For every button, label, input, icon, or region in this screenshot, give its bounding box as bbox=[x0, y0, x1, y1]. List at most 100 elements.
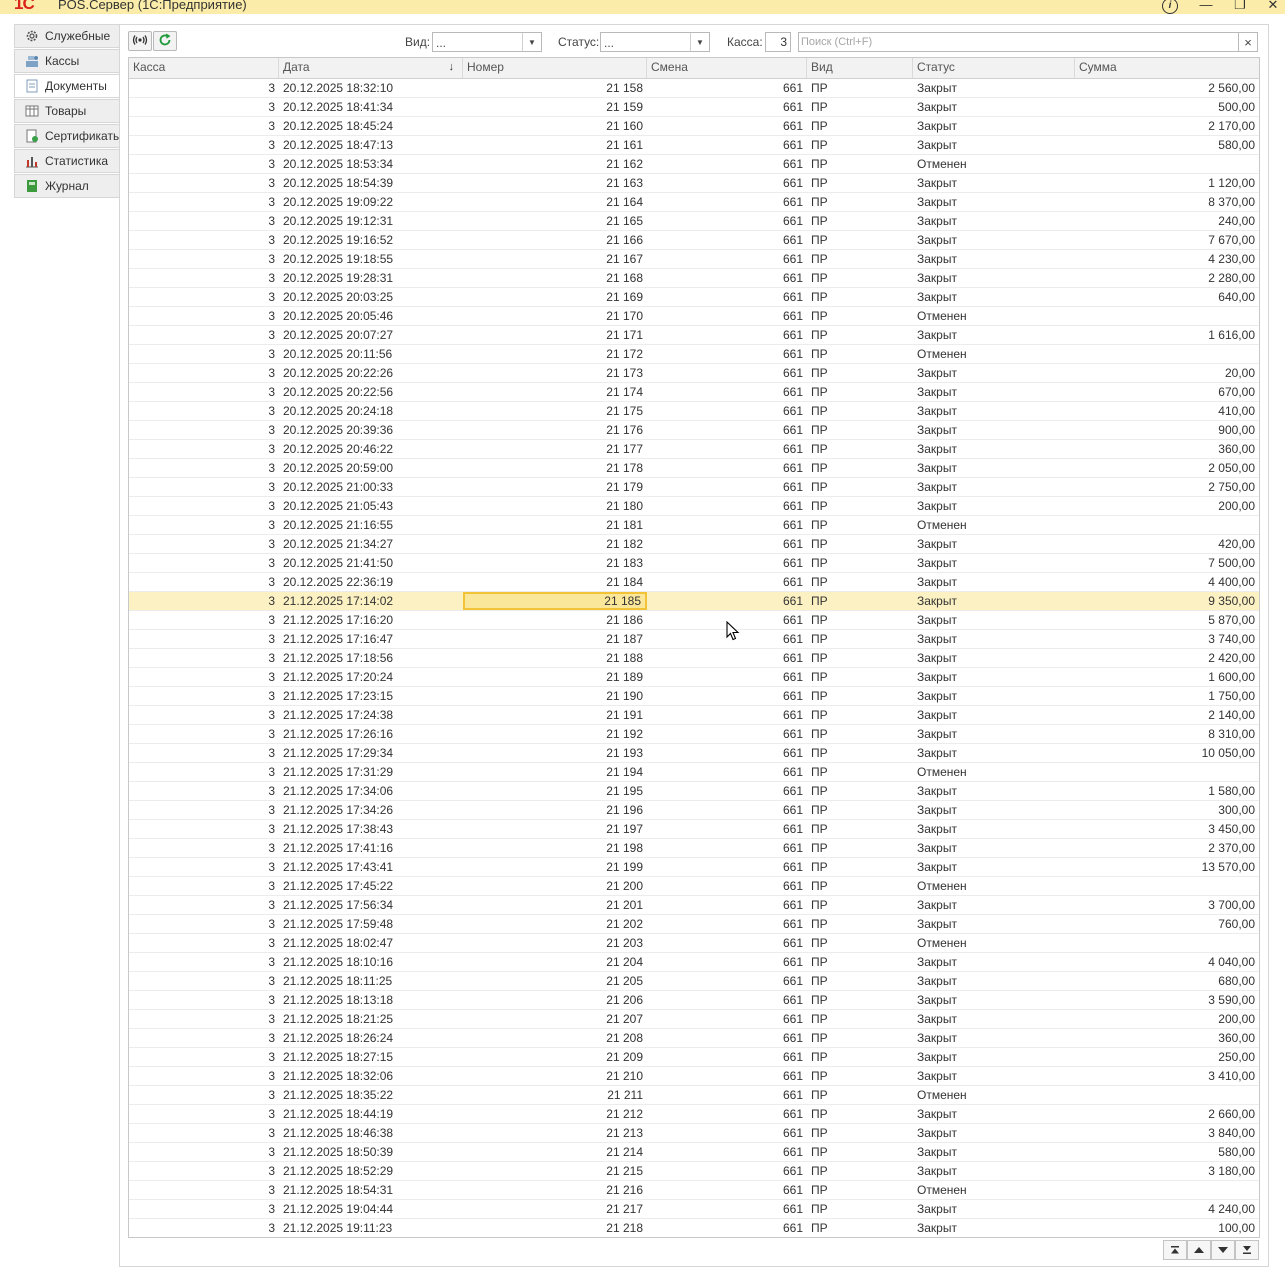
cell-number[interactable]: 21 188 bbox=[463, 649, 647, 667]
cell-date[interactable]: 20.12.2025 19:16:52 bbox=[279, 231, 463, 249]
cell-date[interactable]: 21.12.2025 18:21:25 bbox=[279, 1010, 463, 1028]
cell-date[interactable]: 21.12.2025 17:16:47 bbox=[279, 630, 463, 648]
cell-kassa[interactable]: 3 bbox=[129, 706, 279, 724]
cell-status[interactable]: Закрыт bbox=[913, 953, 1075, 971]
table-row[interactable]: 3 20.12.2025 21:34:27 21 182 661 ПР Закрыт 420… bbox=[129, 535, 1259, 554]
cell-status[interactable]: Закрыт bbox=[913, 649, 1075, 667]
cell-type[interactable]: ПР bbox=[807, 630, 913, 648]
cell-type[interactable]: ПР bbox=[807, 915, 913, 933]
cell-kassa[interactable]: 3 bbox=[129, 1067, 279, 1085]
sidebar-item-registers[interactable]: Кассы bbox=[14, 49, 120, 73]
cell-status[interactable]: Закрыт bbox=[913, 383, 1075, 401]
cell-shift[interactable]: 661 bbox=[647, 98, 807, 116]
cell-number[interactable]: 21 163 bbox=[463, 174, 647, 192]
cell-date[interactable]: 21.12.2025 17:59:48 bbox=[279, 915, 463, 933]
cell-sum[interactable]: 1 616,00 bbox=[1075, 326, 1259, 344]
cell-number[interactable]: 21 170 bbox=[463, 307, 647, 325]
cell-sum[interactable] bbox=[1075, 307, 1259, 325]
cell-sum[interactable] bbox=[1075, 155, 1259, 173]
cell-kassa[interactable]: 3 bbox=[129, 155, 279, 173]
cell-number[interactable]: 21 190 bbox=[463, 687, 647, 705]
cell-number[interactable]: 21 217 bbox=[463, 1200, 647, 1218]
sidebar-item-goods[interactable]: Товары bbox=[14, 99, 120, 123]
cell-kassa[interactable]: 3 bbox=[129, 421, 279, 439]
cell-type[interactable]: ПР bbox=[807, 212, 913, 230]
cell-status[interactable]: Закрыт bbox=[913, 554, 1075, 572]
cell-date[interactable]: 21.12.2025 17:26:16 bbox=[279, 725, 463, 743]
table-row[interactable]: 3 20.12.2025 19:09:22 21 164 661 ПР Закрыт 8 3… bbox=[129, 193, 1259, 212]
cell-shift[interactable]: 661 bbox=[647, 1219, 807, 1237]
cell-number[interactable]: 21 185 bbox=[463, 592, 647, 610]
cell-type[interactable]: ПР bbox=[807, 1010, 913, 1028]
cell-type[interactable]: ПР bbox=[807, 497, 913, 515]
cell-kassa[interactable]: 3 bbox=[129, 592, 279, 610]
cell-sum[interactable]: 680,00 bbox=[1075, 972, 1259, 990]
cell-kassa[interactable]: 3 bbox=[129, 1105, 279, 1123]
cell-number[interactable]: 21 192 bbox=[463, 725, 647, 743]
cell-kassa[interactable]: 3 bbox=[129, 630, 279, 648]
cell-shift[interactable]: 661 bbox=[647, 1010, 807, 1028]
cell-sum[interactable]: 4 230,00 bbox=[1075, 250, 1259, 268]
cell-sum[interactable]: 8 310,00 bbox=[1075, 725, 1259, 743]
table-row[interactable]: 3 21.12.2025 17:29:34 21 193 661 ПР Закрыт 10 … bbox=[129, 744, 1259, 763]
cell-number[interactable]: 21 209 bbox=[463, 1048, 647, 1066]
cell-shift[interactable]: 661 bbox=[647, 554, 807, 572]
cell-number[interactable]: 21 165 bbox=[463, 212, 647, 230]
cell-number[interactable]: 21 189 bbox=[463, 668, 647, 686]
cell-type[interactable]: ПР bbox=[807, 953, 913, 971]
cell-number[interactable]: 21 196 bbox=[463, 801, 647, 819]
cell-kassa[interactable]: 3 bbox=[129, 478, 279, 496]
cell-date[interactable]: 20.12.2025 22:36:19 bbox=[279, 573, 463, 591]
cell-shift[interactable]: 661 bbox=[647, 706, 807, 724]
cell-shift[interactable]: 661 bbox=[647, 592, 807, 610]
cell-shift[interactable]: 661 bbox=[647, 1086, 807, 1104]
cell-sum[interactable]: 1 600,00 bbox=[1075, 668, 1259, 686]
search-field[interactable] bbox=[798, 32, 1239, 52]
cell-shift[interactable]: 661 bbox=[647, 953, 807, 971]
cell-status[interactable]: Закрыт bbox=[913, 364, 1075, 382]
column-header-number[interactable]: Номер bbox=[463, 58, 647, 78]
cell-shift[interactable]: 661 bbox=[647, 1067, 807, 1085]
cell-shift[interactable]: 661 bbox=[647, 136, 807, 154]
live-update-button[interactable] bbox=[128, 31, 152, 51]
cell-shift[interactable]: 661 bbox=[647, 117, 807, 135]
cell-kassa[interactable]: 3 bbox=[129, 98, 279, 116]
cell-sum[interactable]: 670,00 bbox=[1075, 383, 1259, 401]
cell-sum[interactable] bbox=[1075, 934, 1259, 952]
cell-shift[interactable]: 661 bbox=[647, 288, 807, 306]
cell-type[interactable]: ПР bbox=[807, 307, 913, 325]
cell-sum[interactable]: 7 500,00 bbox=[1075, 554, 1259, 572]
cell-number[interactable]: 21 174 bbox=[463, 383, 647, 401]
cell-kassa[interactable]: 3 bbox=[129, 1162, 279, 1180]
cell-date[interactable]: 20.12.2025 20:05:46 bbox=[279, 307, 463, 325]
table-row[interactable]: 3 20.12.2025 21:41:50 21 183 661 ПР Закрыт 7 5… bbox=[129, 554, 1259, 573]
cell-status[interactable]: Отменен bbox=[913, 763, 1075, 781]
cell-sum[interactable]: 250,00 bbox=[1075, 1048, 1259, 1066]
cell-number[interactable]: 21 205 bbox=[463, 972, 647, 990]
table-row[interactable]: 3 20.12.2025 22:36:19 21 184 661 ПР Закрыт 4 4… bbox=[129, 573, 1259, 592]
cell-status[interactable]: Закрыт bbox=[913, 1029, 1075, 1047]
table-row[interactable]: 3 20.12.2025 20:07:27 21 171 661 ПР Закрыт 1 6… bbox=[129, 326, 1259, 345]
cell-date[interactable]: 21.12.2025 18:27:15 bbox=[279, 1048, 463, 1066]
cell-date[interactable]: 20.12.2025 20:22:56 bbox=[279, 383, 463, 401]
status-select[interactable]: ... ▼ bbox=[600, 32, 710, 52]
cell-date[interactable]: 20.12.2025 21:41:50 bbox=[279, 554, 463, 572]
cell-shift[interactable]: 661 bbox=[647, 972, 807, 990]
cell-date[interactable]: 21.12.2025 18:46:38 bbox=[279, 1124, 463, 1142]
maximize-button[interactable]: ❐ bbox=[1229, 0, 1251, 13]
table-row[interactable]: 3 20.12.2025 19:28:31 21 168 661 ПР Закрыт 2 2… bbox=[129, 269, 1259, 288]
cell-status[interactable]: Закрыт bbox=[913, 1162, 1075, 1180]
cell-kassa[interactable]: 3 bbox=[129, 364, 279, 382]
cell-shift[interactable]: 661 bbox=[647, 1105, 807, 1123]
cell-date[interactable]: 20.12.2025 18:32:10 bbox=[279, 79, 463, 97]
cell-kassa[interactable]: 3 bbox=[129, 117, 279, 135]
cell-status[interactable]: Закрыт bbox=[913, 1124, 1075, 1142]
cell-shift[interactable]: 661 bbox=[647, 231, 807, 249]
cell-date[interactable]: 21.12.2025 18:11:25 bbox=[279, 972, 463, 990]
cell-kassa[interactable]: 3 bbox=[129, 820, 279, 838]
cell-shift[interactable]: 661 bbox=[647, 782, 807, 800]
sidebar-item-statistics[interactable]: Статистика bbox=[14, 149, 120, 173]
cell-sum[interactable]: 4 240,00 bbox=[1075, 1200, 1259, 1218]
cell-status[interactable]: Закрыт bbox=[913, 288, 1075, 306]
cell-shift[interactable]: 661 bbox=[647, 801, 807, 819]
